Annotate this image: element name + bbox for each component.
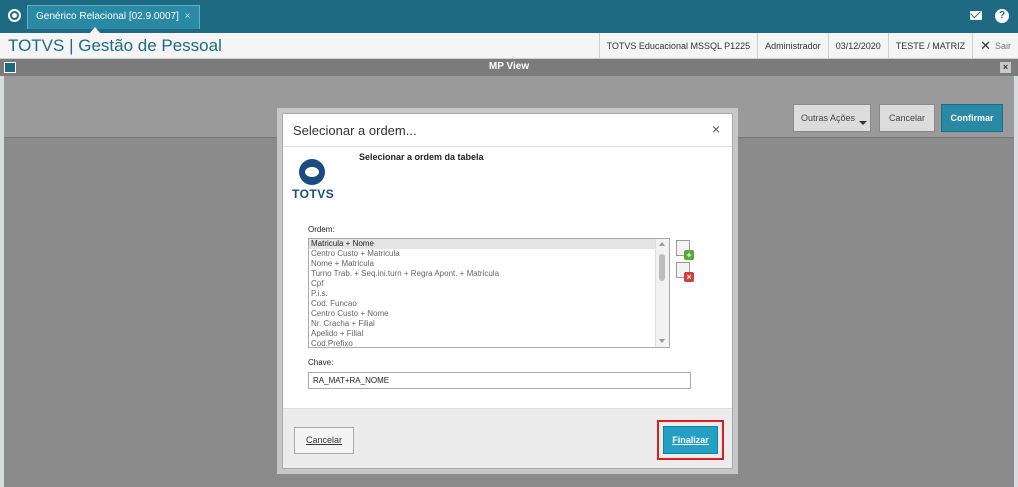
list-item[interactable]: Centro Custo + Matricula xyxy=(309,249,669,259)
dialog-close-icon[interactable]: × xyxy=(712,121,720,137)
cancel-button[interactable]: Cancelar xyxy=(879,104,935,132)
remove-order-icon[interactable] xyxy=(676,262,694,282)
dialog-footer: Cancelar Finalizar xyxy=(283,408,732,468)
list-item[interactable]: Matricula + Nome xyxy=(309,239,669,249)
list-item[interactable]: Apelido + Filial xyxy=(309,329,669,339)
header-info: TOTVS Educacional MSSQL P1225 Administra… xyxy=(598,33,1018,59)
list-item[interactable]: Nr. Cracha + Filial xyxy=(309,319,669,329)
listbox-scrollbar[interactable] xyxy=(655,239,669,347)
list-item[interactable]: Cod.Prefixo xyxy=(309,339,669,347)
list-item[interactable]: Cpf xyxy=(309,279,669,289)
dialog-header: Selecionar a ordem... × xyxy=(283,114,732,147)
tab-close-icon[interactable]: × xyxy=(185,11,191,22)
totvs-logo: TOTVS xyxy=(292,159,335,201)
date-label[interactable]: 03/12/2020 xyxy=(827,33,888,59)
scroll-up-icon[interactable] xyxy=(659,242,665,246)
mp-view-bar: MP View × xyxy=(0,59,1018,76)
user-label[interactable]: Administrador xyxy=(757,33,828,59)
mail-icon[interactable] xyxy=(970,11,982,20)
add-order-icon[interactable] xyxy=(676,240,694,260)
totvs-logo-icon xyxy=(299,159,325,185)
dialog-title: Selecionar a ordem... xyxy=(293,123,417,138)
tab-generico-relacional[interactable]: Genérico Relacional [02.9.0007] × xyxy=(27,5,200,29)
top-tab-bar: Genérico Relacional [02.9.0007] × ? xyxy=(0,0,1018,33)
scroll-down-icon[interactable] xyxy=(659,339,665,343)
help-icon[interactable]: ? xyxy=(995,9,1009,23)
confirm-button[interactable]: Confirmar xyxy=(941,104,1003,132)
mp-view-title: MP View xyxy=(488,61,530,72)
chave-input[interactable] xyxy=(308,372,691,389)
ordem-label: Ordem: xyxy=(308,225,335,234)
finalizar-button[interactable]: Finalizar xyxy=(663,426,718,454)
totvs-logo-text: TOTVS xyxy=(292,187,335,201)
list-item[interactable]: Cod. Funcao xyxy=(309,299,669,309)
app-title: TOTVS | Gestão de Pessoal xyxy=(8,36,222,55)
list-item[interactable]: Centro Custo + Nome xyxy=(309,309,669,319)
mp-view-close-button[interactable]: × xyxy=(1000,62,1011,73)
chave-label: Chave: xyxy=(308,358,334,367)
outras-acoes-button[interactable]: Outras Ações xyxy=(793,104,871,132)
finalizar-highlight: Finalizar xyxy=(657,420,724,460)
dialog-subtitle: Selecionar a ordem da tabela xyxy=(359,152,484,162)
app-logo-icon[interactable] xyxy=(8,9,21,22)
select-order-dialog: Selecionar a ordem... × TOTVS Selecionar… xyxy=(282,113,733,469)
scroll-thumb[interactable] xyxy=(659,254,665,281)
tab-label: Genérico Relacional [02.9.0007] xyxy=(36,11,179,22)
exit-label: Sair xyxy=(994,41,1011,51)
list-item[interactable]: P.i.s. xyxy=(309,289,669,299)
exit-button[interactable]: ✕ Sair xyxy=(972,33,1018,59)
environment-label[interactable]: TOTVS Educacional MSSQL P1225 xyxy=(598,33,758,59)
branch-label[interactable]: TESTE / MATRIZ xyxy=(887,33,972,59)
ordem-listbox[interactable]: Matricula + Nome Centro Custo + Matricul… xyxy=(308,238,670,348)
outras-acoes-label: Outras Ações xyxy=(801,113,856,123)
dialog-cancel-button[interactable]: Cancelar xyxy=(294,427,354,454)
list-item[interactable]: Turno Trab. + Seq.ini.turn + Regra Apont… xyxy=(309,269,669,279)
chevron-down-icon xyxy=(859,121,867,125)
list-item[interactable]: Nome + Matricula xyxy=(309,259,669,269)
app-header: TOTVS | Gestão de Pessoal TOTVS Educacio… xyxy=(0,33,1018,59)
close-icon: ✕ xyxy=(980,38,991,53)
